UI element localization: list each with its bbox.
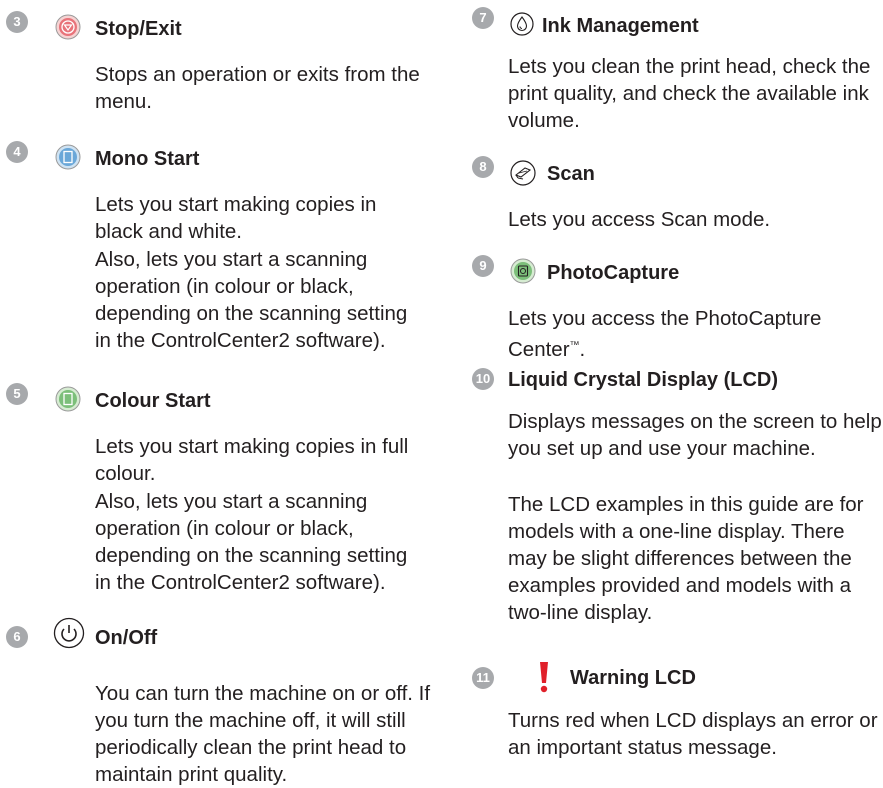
item-description: Also, lets you start a scanning operatio… (95, 490, 408, 594)
item-title: On/Off (95, 627, 158, 649)
item-description: Lets you clean the print head, check the… (508, 55, 871, 132)
item-number: 4 (6, 141, 28, 163)
item-description: Lets you access the PhotoCapture Center™… (508, 307, 822, 361)
item-title: Liquid Crystal Display (LCD) (508, 369, 779, 391)
item-title: Stop/Exit (95, 18, 182, 40)
ink-drop-icon (510, 12, 534, 36)
item-number: 3 (6, 11, 28, 33)
item-number: 8 (472, 156, 494, 178)
item-number: 9 (472, 255, 494, 277)
item-number: 6 (6, 626, 28, 648)
item-description: Also, lets you start a scanning operatio… (95, 248, 408, 352)
colour-start-icon (55, 386, 81, 412)
mono-start-icon (55, 144, 81, 170)
item-title: Mono Start (95, 148, 200, 170)
warning-icon (540, 662, 548, 693)
item-number: 5 (6, 383, 28, 405)
item-number: 10 (472, 368, 494, 390)
item-description: The LCD examples in this guide are for m… (508, 493, 864, 624)
photocapture-icon (510, 258, 536, 284)
item-description: Stops an operation or exits from the men… (95, 63, 420, 113)
item-title: PhotoCapture (547, 262, 680, 284)
item-description: Displays messages on the screen to help … (508, 410, 882, 460)
item-title: Warning LCD (570, 667, 696, 689)
item-title: Scan (547, 163, 595, 185)
item-description: Turns red when LCD displays an error or … (508, 709, 878, 759)
scan-icon (510, 160, 536, 186)
stop-exit-icon (55, 14, 81, 40)
item-number: 11 (472, 667, 494, 689)
item-description: Lets you start making copies in black an… (95, 193, 377, 243)
item-title: Ink Management (542, 15, 699, 37)
item-number: 7 (472, 7, 494, 29)
power-icon (53, 617, 85, 649)
item-description: You can turn the machine on or off. If y… (95, 682, 431, 786)
item-title: Colour Start (95, 390, 211, 412)
item-description: Lets you start making copies in full col… (95, 435, 409, 485)
item-description: Lets you access Scan mode. (508, 208, 771, 231)
